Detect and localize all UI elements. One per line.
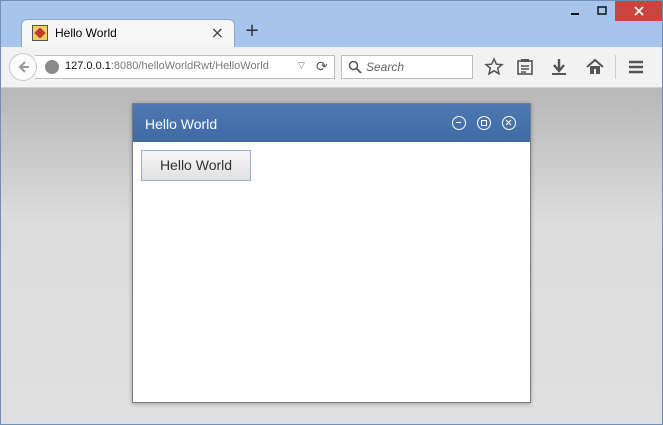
hello-world-dialog: Hello World Hello World	[132, 103, 531, 403]
globe-icon	[45, 60, 59, 74]
url-path: :8080/helloWorldRwt/HelloWorld	[110, 60, 269, 72]
url-dropdown-icon[interactable]: ▽	[298, 61, 305, 71]
browser-window: Hello World × + 127.0.0.1:8080/helloWorl…	[0, 0, 663, 425]
url-host: 127.0.0.1	[65, 60, 111, 72]
address-bar[interactable]: 127.0.0.1:8080/helloWorldRwt/HelloWorld …	[35, 55, 335, 79]
menu-icon[interactable]	[626, 57, 646, 77]
reload-icon[interactable]: ⟳	[316, 59, 328, 75]
tab-title: Hello World	[55, 26, 117, 40]
close-tab-icon[interactable]: ×	[211, 24, 224, 42]
title-bar: Hello World × +	[1, 1, 662, 47]
favicon-icon	[32, 25, 48, 41]
dialog-title-bar[interactable]: Hello World	[133, 104, 530, 142]
page-content: Hello World Hello World	[1, 88, 662, 424]
search-placeholder: Search	[366, 60, 405, 74]
navigation-toolbar: 127.0.0.1:8080/helloWorldRwt/HelloWorld …	[1, 47, 662, 88]
new-tab-button[interactable]: +	[243, 22, 261, 40]
dialog-title: Hello World	[145, 116, 218, 132]
dialog-minimize-icon[interactable]	[452, 116, 466, 130]
minimize-window-button[interactable]	[561, 1, 589, 21]
home-icon[interactable]	[585, 57, 605, 77]
bookmark-star-icon[interactable]	[484, 57, 504, 77]
dialog-maximize-icon[interactable]	[477, 116, 491, 130]
search-icon	[348, 60, 362, 74]
search-field[interactable]: Search	[341, 55, 473, 79]
back-button[interactable]	[9, 53, 37, 81]
tab-hello-world[interactable]: Hello World ×	[21, 19, 235, 47]
hello-world-button[interactable]: Hello World	[141, 150, 251, 181]
dialog-close-icon[interactable]	[502, 116, 516, 130]
url-text: 127.0.0.1:8080/helloWorldRwt/HelloWorld	[65, 60, 269, 72]
close-window-button[interactable]	[615, 1, 662, 21]
download-icon[interactable]	[549, 57, 569, 77]
toolbar-separator	[615, 55, 616, 79]
maximize-window-button[interactable]	[588, 1, 616, 21]
reading-list-icon[interactable]	[515, 57, 535, 77]
